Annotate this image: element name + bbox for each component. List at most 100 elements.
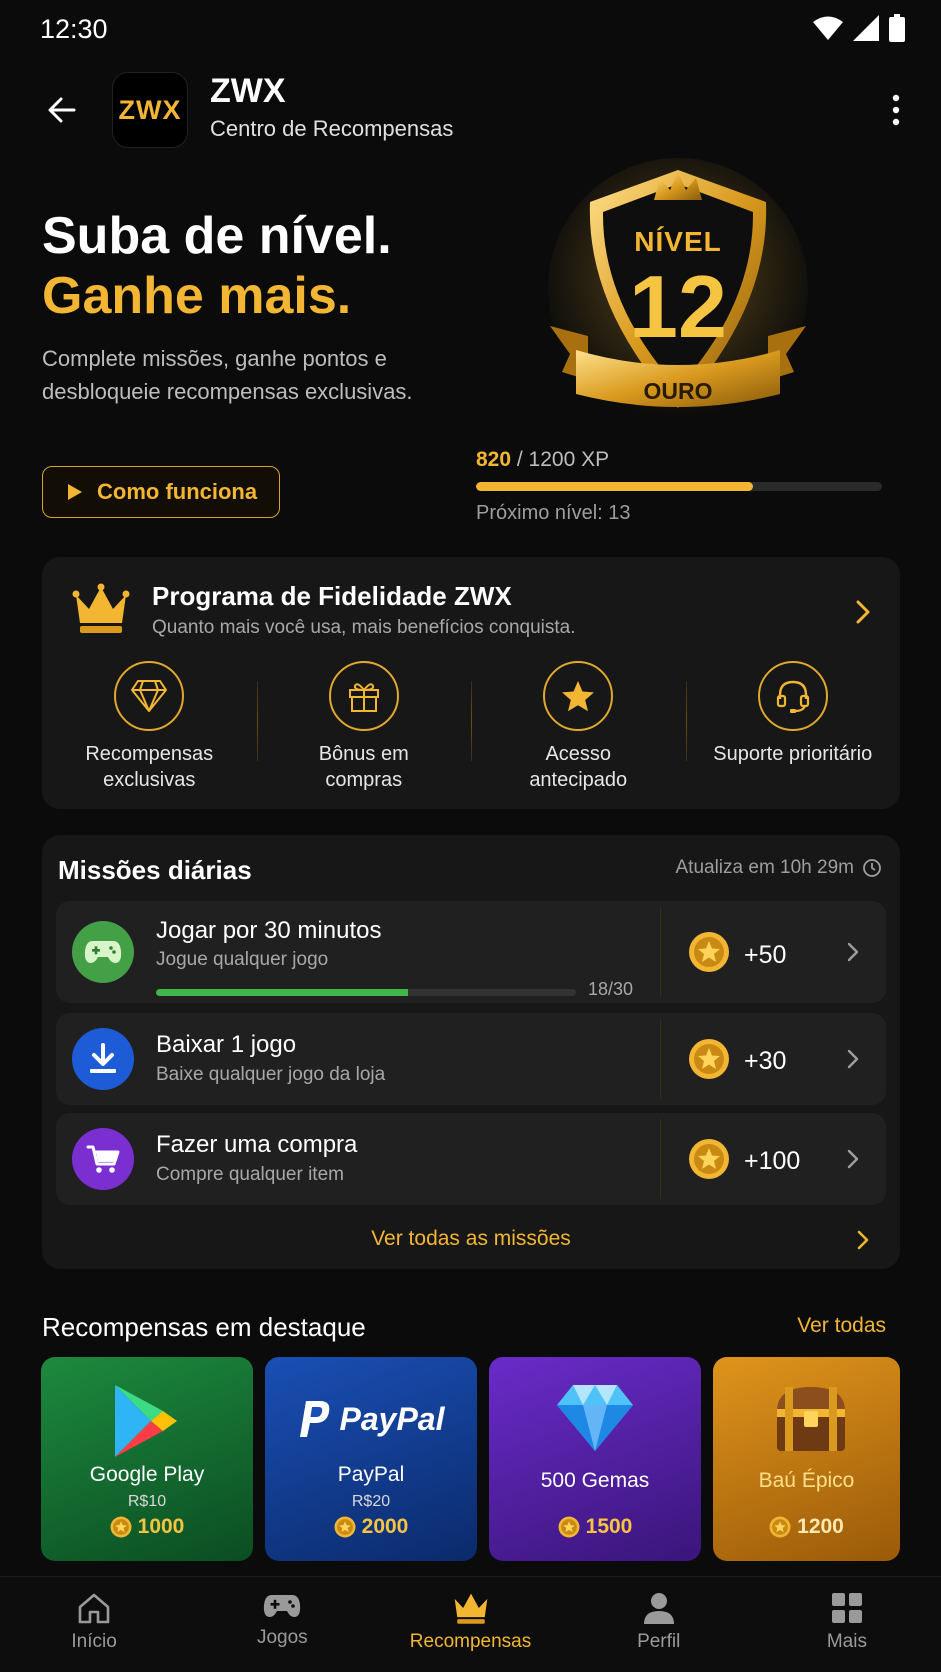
mission-divider [660, 1019, 661, 1099]
app-name: ZWX [210, 72, 286, 110]
hero-title-line2: Ganhe mais. [42, 267, 352, 325]
crown-icon [72, 583, 130, 633]
chevron-right-icon[interactable] [846, 1048, 860, 1070]
app-logo: ZWX [112, 72, 188, 148]
signal-icon [853, 15, 879, 41]
how-it-works-button[interactable]: Como funciona [42, 466, 280, 518]
nav-label: Perfil [637, 1631, 681, 1652]
headset-icon [776, 680, 809, 713]
xp-progress-bar [476, 482, 882, 491]
mission-reward: +30 [744, 1047, 787, 1075]
mission-subtitle: Baixe qualquer jogo da loja [156, 1064, 386, 1085]
reward-cost-value: 1000 [137, 1515, 185, 1538]
how-it-works-label: Como funciona [97, 479, 258, 504]
nav-label: Início [71, 1631, 117, 1652]
benefits-row: Recompensas exclusivas Bônus em compras … [42, 661, 900, 801]
reward-name: Baú Épico [758, 1469, 855, 1492]
level-label: NÍVEL [634, 226, 722, 257]
reward-cost-value: 1500 [585, 1515, 633, 1538]
coin-icon [689, 932, 729, 972]
coin-icon [689, 1039, 729, 1079]
nav-label: Jogos [256, 1627, 308, 1648]
chest-icon [777, 1387, 845, 1451]
reward-tile-google-play[interactable]: Google Play R$10 1000 [41, 1357, 253, 1561]
status-time: 12:30 [40, 14, 108, 44]
reward-cost-value: 2000 [361, 1515, 409, 1538]
loyalty-title: Programa de Fidelidade ZWX [152, 581, 512, 611]
featured-see-all-link[interactable]: Ver todas [797, 1314, 886, 1338]
xp-total: / 1200 XP [516, 448, 610, 471]
battery-icon [889, 14, 905, 42]
diamond-icon [131, 680, 168, 712]
gift-icon [348, 683, 379, 712]
nav-item-more[interactable]: Mais [753, 1577, 941, 1672]
reward-cost-value: 1200 [797, 1515, 844, 1538]
mission-item[interactable]: Baixar 1 jogo Baixe qualquer jogo da loj… [56, 1013, 886, 1105]
missions-refresh-text: Atualiza em 10h 29m [675, 857, 855, 878]
app-subtitle: Centro de Recompensas [210, 116, 454, 141]
clock-icon [863, 859, 881, 877]
xp-progress-fill [476, 482, 754, 491]
benefit-priority-support[interactable]: Suporte prioritário [685, 661, 901, 801]
back-arrow-icon[interactable] [44, 92, 80, 128]
coin-icon [334, 1516, 356, 1538]
reward-tile-epic-chest[interactable]: Baú Épico 1200 [713, 1357, 900, 1561]
more-options-icon[interactable] [881, 90, 911, 130]
benefit-label: Acesso antecipado [529, 743, 628, 791]
reward-tile-paypal[interactable]: PayPal PayPal R$20 2000 [265, 1357, 477, 1561]
mission-reward: +100 [744, 1147, 801, 1175]
benefit-exclusive-rewards[interactable]: Recompensas exclusivas [42, 661, 257, 801]
gamepad-icon [264, 1595, 301, 1617]
benefit-early-access[interactable]: Acesso antecipado [471, 661, 686, 801]
missions-refresh-timer: Atualiza em 10h 29m [676, 857, 883, 879]
paypal-logo-text: PayPal [339, 1400, 445, 1437]
benefit-purchase-bonus[interactable]: Bônus em compras [256, 661, 472, 801]
coin-icon [689, 1139, 729, 1179]
reward-tile-gems[interactable]: 500 Gemas 1500 [489, 1357, 701, 1561]
status-bar: 12:30 [0, 0, 941, 62]
gem-icon [557, 1385, 633, 1451]
mission-subtitle: Compre qualquer item [156, 1164, 344, 1185]
crown-icon [454, 1593, 487, 1624]
chevron-right-icon[interactable] [846, 1148, 860, 1170]
reward-cost: 1000 [41, 1515, 253, 1539]
paypal-p-icon [299, 1401, 329, 1437]
chevron-right-icon[interactable] [856, 1229, 870, 1251]
nav-item-rewards[interactable]: Recompensas [376, 1577, 564, 1672]
next-level-text: Próximo nível: 13 [476, 502, 631, 524]
benefit-label: Suporte prioritário [713, 743, 873, 765]
gamepad-icon [84, 941, 122, 963]
nav-item-games[interactable]: Jogos [188, 1577, 376, 1672]
loyalty-card[interactable]: Programa de Fidelidade ZWX Quanto mais v… [42, 557, 900, 809]
reward-cost: 2000 [265, 1515, 477, 1539]
reward-price: R$10 [127, 1493, 167, 1510]
play-icon [68, 484, 82, 500]
nav-item-profile[interactable]: Perfil [565, 1577, 753, 1672]
see-all-missions-link[interactable]: Ver todas as missões [42, 1227, 900, 1251]
mission-icon-circle [72, 1028, 134, 1090]
mission-divider [660, 1119, 661, 1199]
coin-icon [558, 1516, 580, 1538]
level-number: 12 [629, 257, 727, 356]
mission-subtitle: Jogue qualquer jogo [156, 949, 329, 970]
star-icon [562, 681, 595, 712]
level-tier: OURO [643, 378, 713, 404]
daily-missions-card: Missões diárias Atualiza em 10h 29m Joga… [42, 835, 900, 1269]
mission-title: Fazer uma compra [156, 1131, 358, 1158]
xp-current: 820 [476, 448, 512, 471]
chevron-right-icon[interactable] [854, 599, 872, 625]
chevron-right-icon[interactable] [846, 941, 860, 963]
paypal-icon: PayPal [265, 1399, 477, 1439]
download-icon [90, 1043, 116, 1073]
mission-divider [660, 907, 661, 997]
coin-icon [769, 1516, 791, 1538]
reward-name: 500 Gemas [540, 1469, 650, 1492]
xp-text: 820 / 1200 XP [476, 448, 609, 472]
reward-cost: 1200 [713, 1515, 900, 1539]
mission-item[interactable]: Fazer uma compra Compre qualquer item +1… [56, 1113, 886, 1205]
featured-title: Recompensas em destaque [42, 1312, 366, 1342]
nav-label: Recompensas [409, 1631, 532, 1652]
home-icon [78, 1593, 110, 1624]
nav-item-home[interactable]: Início [0, 1577, 188, 1672]
mission-item[interactable]: Jogar por 30 minutos Jogue qualquer jogo… [56, 901, 886, 1003]
